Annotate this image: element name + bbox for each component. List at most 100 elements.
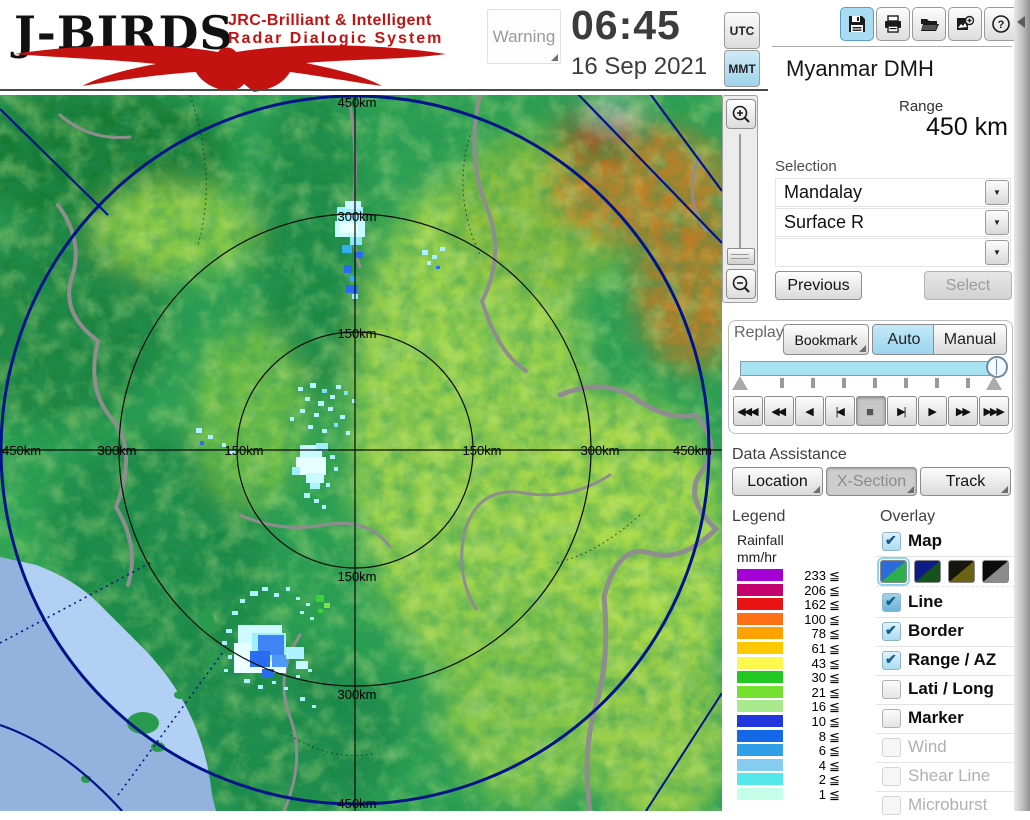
chevron-down-icon[interactable]: ▼ [985,180,1009,205]
extra-dropdown[interactable]: ▼ [775,238,1011,267]
legend-unit-line2: mm/hr [737,549,777,565]
overlay-row-range-az[interactable]: Range / AZ [876,646,1014,676]
popup-corner-icon [907,486,914,493]
site-dropdown-value: Mandalay [784,182,863,202]
range-label-v300-bottom: 300km [337,687,376,702]
radar-map[interactable]: 450km 300km 150km 150km 300km 450km 450k… [0,95,722,811]
replay-progress-handle[interactable] [986,356,1008,378]
save-button[interactable] [840,7,874,41]
fast-rewind-2-button[interactable]: ◀◀ [763,396,794,426]
wind-checkbox [882,738,901,757]
stop-button[interactable]: ■ [856,396,886,426]
line-checkbox[interactable] [882,593,901,612]
range-label-v150-top: 150km [337,326,376,341]
legend-row: 6 ≦ [728,743,864,758]
overlay-row-map-styles [876,557,1014,587]
transport-controls: ◀◀◀ ◀◀ ◀ |◀ ■ ▶| ▶ ▶▶ ▶▶▶ [733,396,1010,426]
legend-row: 10 ≦ [728,714,864,729]
product-dropdown[interactable]: Surface R ▼ [775,208,1011,237]
marker-checkbox[interactable] [882,709,901,728]
range-label-v300-top: 300km [337,209,376,224]
print-button[interactable] [876,7,910,41]
print-icon [885,15,901,33]
open-folder-icon [921,19,939,31]
legend-row: 61 ≦ [728,641,864,656]
manual-mode-button[interactable]: Manual [933,324,1007,355]
legend-row: 16 ≦ [728,699,864,714]
range-label-h300-right: 300km [580,443,619,458]
legend-row: 233 ≦ [728,568,864,583]
location-button[interactable]: Location [732,467,823,496]
site-dropdown[interactable]: Mandalay ▼ [775,178,1011,207]
overlay-row-line[interactable]: Line [876,588,1014,618]
track-button[interactable]: Track [920,467,1011,496]
range-end-marker[interactable] [986,376,1002,390]
panel-collapse-strip[interactable] [1014,0,1030,811]
map-style-black-gray[interactable] [982,560,1009,583]
play-button[interactable]: ▶ [917,396,948,426]
step-backward-button[interactable]: |◀ [825,396,856,426]
zoom-slider-handle[interactable] [727,248,755,265]
replay-progress-bar[interactable] [740,361,1004,376]
range-label-h450-right: 450km [673,443,712,458]
legend-row: 162 ≦ [728,597,864,612]
mmt-button[interactable]: MMT [724,50,760,87]
overlay-row-lati-long[interactable]: Lati / Long [876,675,1014,705]
x-section-button[interactable]: X-Section [826,467,917,496]
fast-forward-3-button[interactable]: ▶▶▶ [979,396,1010,426]
header-divider [0,89,768,91]
legend-row: 30 ≦ [728,670,864,685]
lati-long-checkbox[interactable] [882,680,901,699]
previous-button[interactable]: Previous [775,271,862,300]
step-forward-button[interactable]: ▶| [886,396,917,426]
slider-tick [873,378,877,388]
map-checkbox[interactable] [882,532,901,551]
border-checkbox[interactable] [882,622,901,641]
fast-rewind-3-button[interactable]: ◀◀◀ [733,396,763,426]
range-value: 450 km [926,113,1008,141]
legend-row: 1 ≦ [728,787,864,802]
replay-label: Replay [734,324,784,341]
map-style-black-olive[interactable] [948,560,975,583]
popup-corner-icon [1001,486,1008,493]
popup-corner-icon [813,486,820,493]
legend-row: 206 ≦ [728,583,864,598]
map-style-blue-green[interactable] [877,557,910,586]
zoom-in-button[interactable] [726,99,756,129]
select-button[interactable]: Select [924,271,1012,300]
overlay-row-microburst: Microburst [876,791,1014,820]
chevron-down-icon[interactable]: ▼ [985,210,1009,235]
overlay-row-border[interactable]: Border [876,617,1014,647]
zoom-out-button[interactable] [726,269,756,299]
zoom-slider-track[interactable] [739,134,741,262]
clock-time: 06:45 [571,2,681,48]
chevron-down-icon[interactable]: ▼ [985,240,1009,265]
legend-row: 2 ≦ [728,772,864,787]
range-label-h150-left: 150km [224,443,263,458]
range-az-checkbox[interactable] [882,651,901,670]
help-button[interactable]: ? [984,7,1018,41]
auto-mode-button[interactable]: Auto [872,324,936,355]
shear-line-checkbox [882,767,901,786]
fast-forward-2-button[interactable]: ▶▶ [948,396,979,426]
help-icon: ? [992,15,1010,33]
slider-tick [966,378,970,388]
legend-unit-line1: Rainfall [737,532,784,548]
open-folder-button[interactable] [912,7,946,41]
warning-button[interactable]: Warning [487,9,561,64]
slider-tick [935,378,939,388]
overlay-row-map[interactable]: Map [876,527,1014,557]
map-style-navy-darkgreen[interactable] [914,560,941,583]
range-display: Range 450 km [772,95,1012,144]
overlay-row-marker[interactable]: Marker [876,704,1014,734]
play-backward-button[interactable]: ◀ [794,396,825,426]
slider-tick [904,378,908,388]
overlay-row-shear-line: Shear Line [876,762,1014,792]
bookmark-button[interactable]: Bookmark [783,324,869,355]
utc-button[interactable]: UTC [724,12,760,49]
legend-row: 78 ≦ [728,626,864,641]
legend-title: Legend [732,508,786,525]
range-start-marker[interactable] [732,376,748,390]
legend-row: 8 ≦ [728,729,864,744]
export-image-button[interactable] [948,7,982,41]
